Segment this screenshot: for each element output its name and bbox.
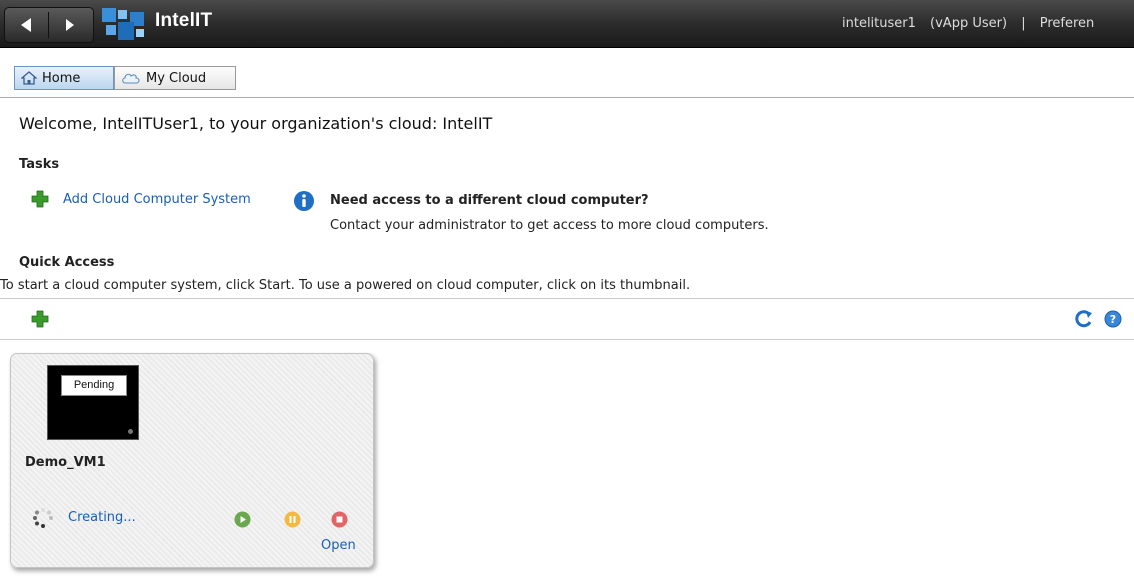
vm-thumbnail-badge: Pending: [61, 375, 127, 396]
info-text: Contact your administrator to get access…: [330, 218, 769, 233]
info-icon: [294, 191, 314, 211]
add-cloud-computer-system-link[interactable]: Add Cloud Computer System: [31, 190, 251, 208]
plus-icon: [31, 190, 49, 208]
preferences-link[interactable]: Preferen: [1040, 16, 1095, 31]
refresh-icon[interactable]: [1075, 310, 1093, 328]
username[interactable]: intelituser1: [842, 16, 916, 31]
power-indicator: [128, 429, 133, 434]
pause-button[interactable]: [284, 511, 301, 528]
info-title: Need access to a different cloud compute…: [330, 193, 649, 208]
forward-arrow-icon: [66, 19, 74, 31]
stop-icon: [331, 511, 348, 528]
help-icon[interactable]: ?: [1104, 310, 1122, 328]
tab-home-label: Home: [42, 70, 81, 86]
tab-my-cloud-label: My Cloud: [146, 70, 207, 86]
tab-divider: [0, 97, 1134, 98]
tab-strip: Home My Cloud: [0, 48, 1134, 98]
welcome-heading: Welcome, IntelITUser1, to your organizat…: [19, 114, 493, 133]
svg-text:?: ?: [1110, 313, 1116, 326]
nav-buttons: [4, 7, 94, 43]
quick-access-description: To start a cloud computer system, click …: [0, 278, 691, 293]
header-separator: |: [1021, 16, 1026, 31]
loading-spinner-icon: [33, 508, 53, 528]
home-icon: [21, 71, 37, 85]
intelit-logo-icon: [102, 8, 144, 40]
cloud-icon: [122, 73, 140, 84]
top-bar: IntelIT intelituser1 (vApp User) | Prefe…: [0, 0, 1134, 48]
back-button[interactable]: [5, 8, 48, 42]
quick-access-toolbar: ?: [0, 298, 1134, 340]
open-link[interactable]: Open: [321, 538, 356, 553]
tab-home[interactable]: Home: [14, 66, 114, 90]
add-plus-icon[interactable]: [31, 310, 49, 328]
quick-access-heading: Quick Access: [19, 255, 115, 270]
tasks-heading: Tasks: [19, 157, 60, 172]
vm-name: Demo_VM1: [25, 455, 106, 470]
user-info: intelituser1 (vApp User) | Preferen: [842, 16, 1104, 31]
vm-thumbnail[interactable]: Pending: [47, 365, 139, 440]
app-title: IntelIT: [155, 10, 213, 31]
forward-button[interactable]: [49, 8, 92, 42]
user-role: (vApp User): [930, 16, 1008, 31]
pause-icon: [284, 511, 301, 528]
start-button[interactable]: [234, 511, 251, 528]
vm-card: Pending Demo_VM1 Creating... Open: [10, 353, 374, 568]
add-cloud-computer-system-label: Add Cloud Computer System: [63, 191, 251, 207]
tab-my-cloud[interactable]: My Cloud: [114, 66, 236, 90]
play-icon: [234, 511, 251, 528]
stop-button[interactable]: [331, 511, 348, 528]
vm-status: Creating...: [68, 510, 136, 525]
back-arrow-icon: [21, 18, 31, 32]
